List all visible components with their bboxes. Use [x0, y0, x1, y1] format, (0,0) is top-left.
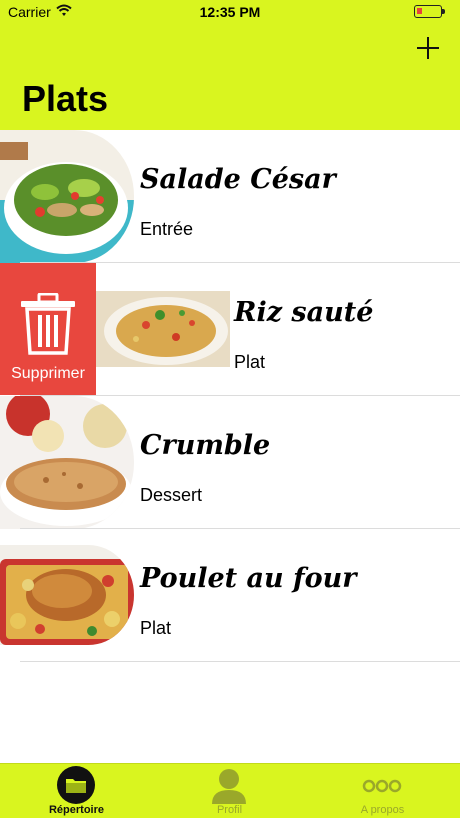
- tab-profil[interactable]: Profil: [153, 764, 306, 818]
- dish-image: [96, 263, 230, 396]
- tab-repertoire[interactable]: Répertoire: [0, 764, 153, 818]
- dish-name: Salade César: [140, 164, 336, 195]
- tab-label: A propos: [360, 804, 405, 816]
- dish-category: Plat: [140, 618, 172, 638]
- folder-icon: [56, 766, 96, 804]
- person-icon: [209, 766, 249, 804]
- dish-category: Dessert: [140, 485, 203, 505]
- delete-button[interactable]: Supprimer: [0, 263, 96, 395]
- dish-name: Crumble: [140, 430, 271, 461]
- list-item[interactable]: Salade César Entrée: [0, 130, 460, 263]
- more-dots-icon: [362, 766, 402, 802]
- delete-label: Supprimer: [11, 365, 85, 382]
- row-separator: [20, 661, 460, 662]
- dish-image: [0, 396, 134, 529]
- dish-category: Plat: [234, 352, 266, 372]
- dish-name: Riz sauté: [234, 297, 374, 328]
- tab-label: Répertoire: [48, 804, 105, 816]
- trash-icon: [20, 292, 76, 360]
- status-bar: Carrier 12:35 PM: [0, 0, 460, 24]
- dish-name: Poulet au four: [140, 563, 357, 594]
- clock: 12:35 PM: [199, 4, 261, 20]
- list-item[interactable]: Poulet au four Plat: [0, 529, 460, 662]
- dish-image: [0, 130, 134, 263]
- dish-image: [0, 545, 134, 645]
- add-dish-button[interactable]: [414, 34, 442, 62]
- page-title: Plats: [22, 78, 109, 119]
- tab-a-propos[interactable]: A propos: [306, 764, 459, 818]
- dish-category: Entrée: [140, 219, 194, 239]
- navigation-bar: Carrier 12:35 PM Plats: [0, 0, 460, 130]
- battery-icon: [414, 5, 445, 18]
- list-item[interactable]: Crumble Dessert: [0, 396, 460, 529]
- tab-bar: Répertoire Profil A propos: [0, 763, 460, 818]
- tab-label: Profil: [216, 804, 243, 816]
